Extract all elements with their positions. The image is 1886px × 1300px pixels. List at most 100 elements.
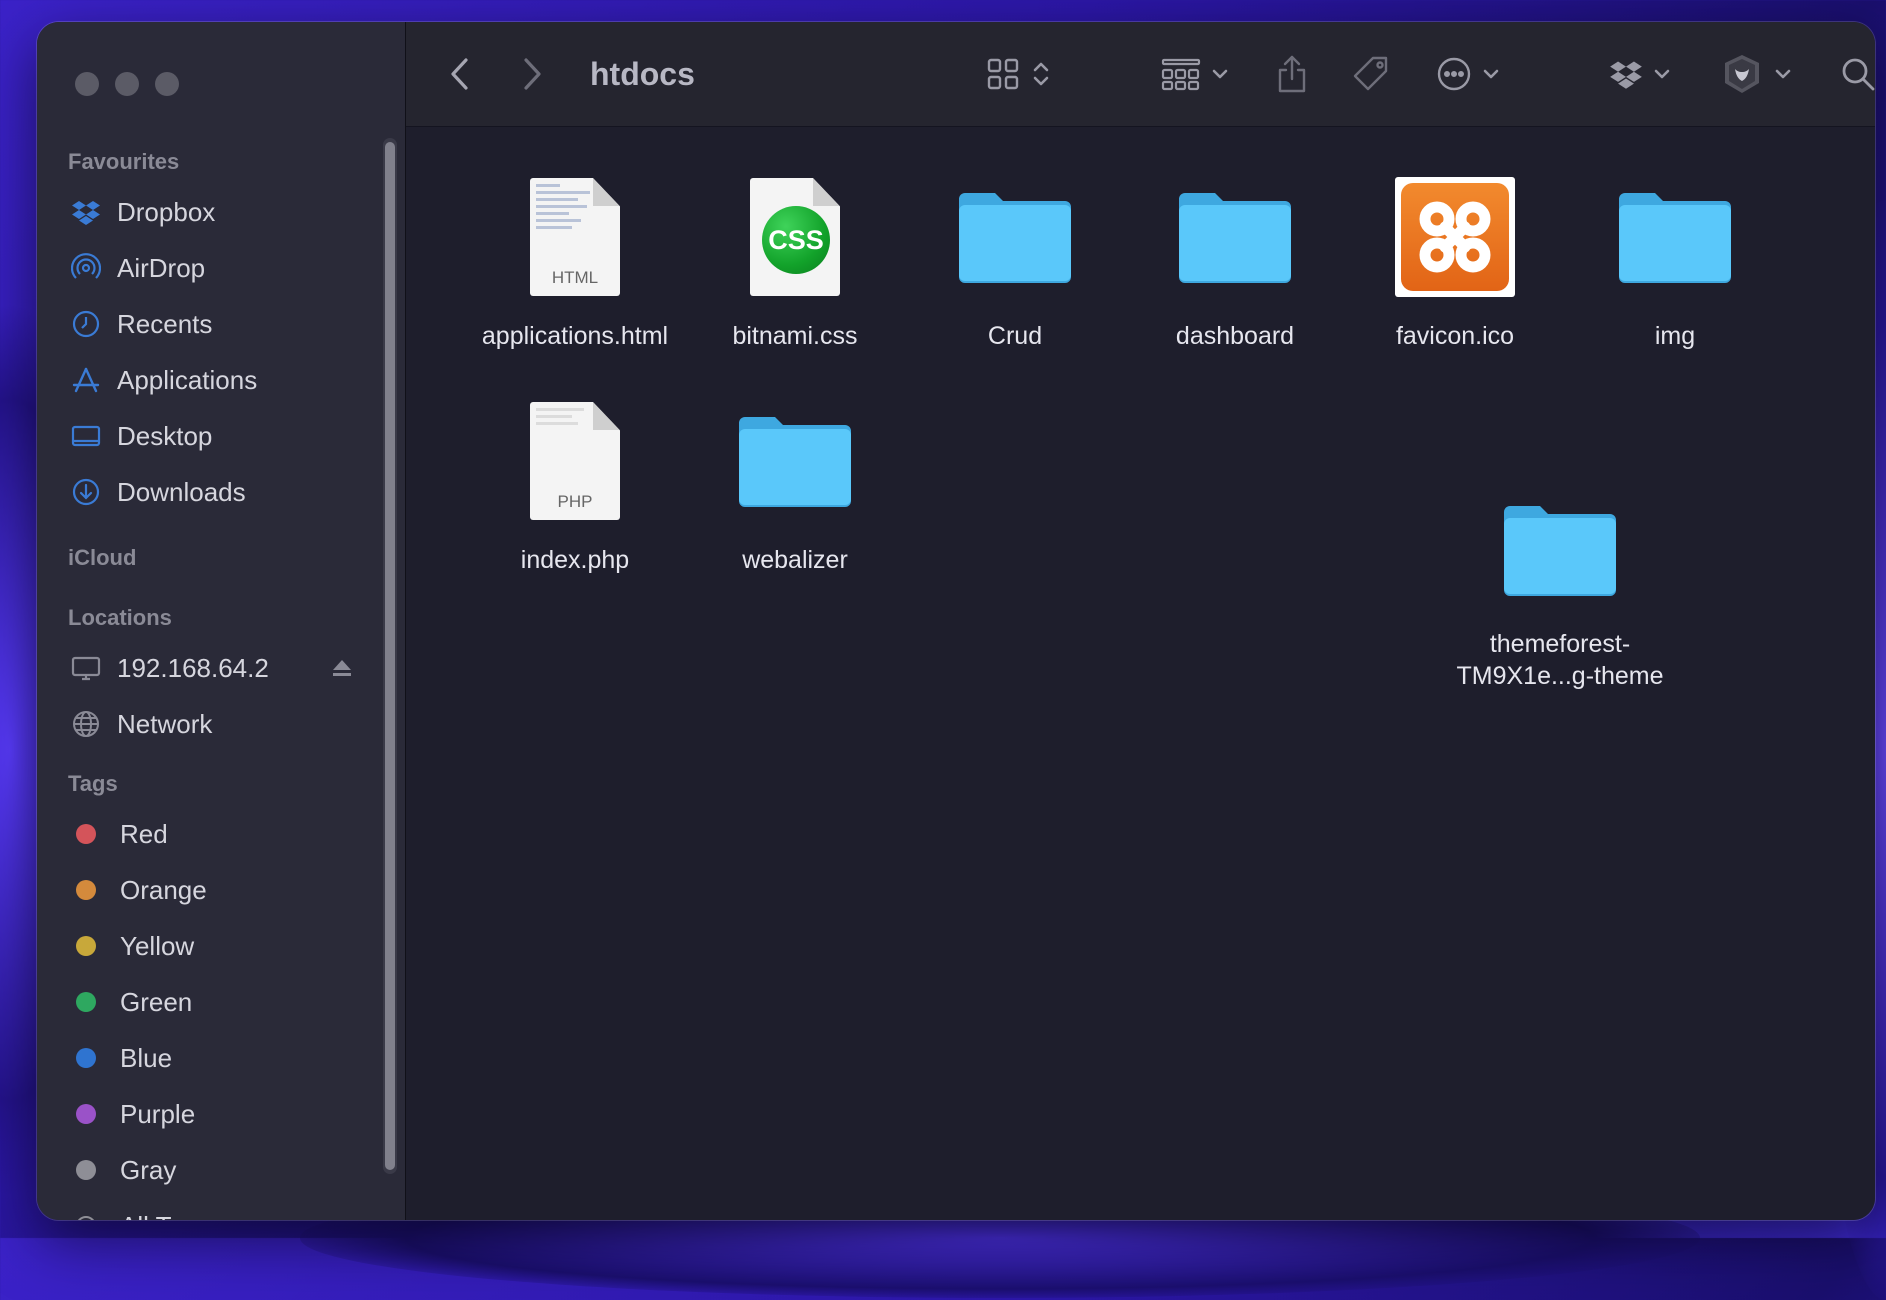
file-name: themeforest- TM9X1e...g-theme [1456,628,1663,692]
sidebar-item-recents[interactable]: Recents [37,296,405,352]
airdrop-icon [71,253,101,283]
file-name: Crud [987,322,1043,350]
file-item-index-php[interactable]: PHP index.php [465,396,685,576]
more-actions-button[interactable] [1436,22,1500,126]
chevron-down-icon [1654,69,1670,79]
chevron-down-icon [1483,69,1499,79]
file-item-img[interactable]: img [1565,172,1785,352]
sidebar-tag-all[interactable]: All Tags [37,1198,405,1220]
tag-dot-icon [76,1216,96,1220]
clock-icon [71,309,101,339]
forward-button[interactable] [518,22,546,126]
file-extension-label: PHP [557,492,593,511]
sidebar-list: Favourites Dropbox AirDrop Recents Appli… [37,140,405,1220]
chevron-updown-icon [1033,62,1049,86]
file-name: dashboard [1175,322,1295,350]
dropbox-icon [71,197,101,227]
file-item-dashboard[interactable]: dashboard [1125,172,1345,352]
close-button[interactable] [75,72,99,96]
sidebar-scrollbar[interactable] [383,138,397,1174]
tag-dot-icon [76,1160,96,1180]
sidebar-item-desktop[interactable]: Desktop [37,408,405,464]
sidebar-item-downloads[interactable]: Downloads [37,464,405,520]
sidebar-item-label: Yellow [120,930,195,961]
sidebar-item-server[interactable]: 192.168.64.2 [37,640,405,696]
globe-icon [71,709,101,739]
chevron-right-icon [524,58,541,90]
view-mode-button[interactable] [986,22,1050,126]
file-name: index.php [520,546,630,574]
scrollbar-thumb[interactable] [385,142,395,1170]
sidebar-item-airdrop[interactable]: AirDrop [37,240,405,296]
html-file-icon: HTML [510,172,640,302]
file-name: favicon.ico [1395,322,1515,350]
file-extension-label: HTML [551,268,599,287]
file-name-line: TM9X1e...g-theme [1456,662,1664,690]
search-icon [1842,58,1875,91]
sidebar-item-network[interactable]: Network [37,696,405,752]
sidebar-tag-green[interactable]: Green [37,974,405,1030]
tag-dot-icon [76,824,96,844]
share-button[interactable] [1275,22,1309,126]
extension-menu-button[interactable] [1720,22,1792,126]
file-name: webalizer [742,546,848,574]
tag-icon [1353,56,1388,91]
window-controls [75,72,179,96]
sidebar-tag-orange[interactable]: Orange [37,862,405,918]
folder-icon [730,396,860,526]
sidebar-item-label: 192.168.64.2 [117,652,269,683]
desktop-icon [71,421,101,451]
minimize-button[interactable] [115,72,139,96]
dropbox-menu-button[interactable] [1609,22,1671,126]
sidebar-tag-red[interactable]: Red [37,806,405,862]
file-item-bitnami-css[interactable]: CSS bitnami.css [685,172,905,352]
sidebar-item-label: Desktop [117,420,213,451]
file-name: applications.html [481,322,669,350]
folder-icon [1610,172,1740,302]
sidebar-tag-yellow[interactable]: Yellow [37,918,405,974]
search-button[interactable] [1840,22,1875,126]
eject-icon[interactable] [329,655,355,681]
folder-icon [950,172,1080,302]
file-item-crud[interactable]: Crud [905,172,1125,352]
tag-button[interactable] [1351,22,1391,126]
ellipsis-circle-icon [1437,57,1471,91]
sidebar-item-label: Gray [120,1154,177,1185]
applications-icon [71,365,101,395]
tag-dot-icon [76,1048,96,1068]
file-item-webalizer[interactable]: webalizer [685,396,905,576]
sidebar-item-label: Red [120,818,168,849]
php-file-icon: PHP [510,396,640,526]
finder-window: Favourites Dropbox AirDrop Recents Appli… [37,22,1875,1220]
sidebar-item-dropbox[interactable]: Dropbox [37,184,405,240]
back-button[interactable] [446,22,474,126]
sidebar-item-label: Blue [120,1042,173,1073]
sidebar-item-applications[interactable]: Applications [37,352,405,408]
zoom-button[interactable] [155,72,179,96]
sidebar-tag-gray[interactable]: Gray [37,1142,405,1198]
css-file-icon: CSS [730,172,860,302]
sidebar-item-label: Orange [120,874,207,905]
tag-dot-icon [76,880,96,900]
tag-dot-icon [76,1104,96,1124]
file-item-applications-html[interactable]: HTML applications.html [465,172,685,352]
group-button[interactable] [1161,22,1229,126]
dropbox-icon [1610,61,1642,89]
sidebar-item-label: Network [117,708,213,739]
computer-icon [71,653,101,683]
sidebar-item-label: Downloads [117,476,246,507]
sidebar-tag-purple[interactable]: Purple [37,1086,405,1142]
file-name-line: themeforest- [1489,630,1631,658]
grid-view-icon [987,58,1019,90]
sidebar-item-label: Green [120,986,193,1017]
file-grid: HTML applications.html CSS bitnami.css C… [406,127,1875,1220]
file-item-favicon-ico[interactable]: favicon.ico [1345,172,1565,352]
window-title: htdocs [590,56,695,92]
css-badge: CSS [762,206,830,274]
share-icon [1278,55,1306,93]
group-icon [1161,58,1201,91]
chevron-down-icon [1212,69,1228,79]
file-item-themeforest[interactable]: themeforest- TM9X1e...g-theme [1440,490,1680,692]
sidebar: Favourites Dropbox AirDrop Recents Appli… [37,22,406,1220]
sidebar-tag-blue[interactable]: Blue [37,1030,405,1086]
